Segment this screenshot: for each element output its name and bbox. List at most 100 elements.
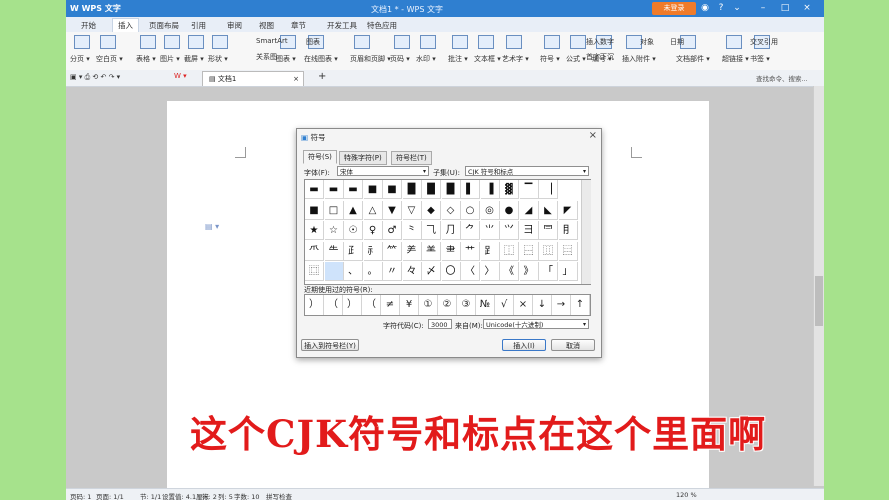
symbol-cell[interactable]: 。: [363, 262, 383, 282]
symbol-cell[interactable]: ⺈: [461, 221, 480, 241]
tab-special-chars[interactable]: 特殊字符(P): [339, 151, 387, 165]
symbol-cell[interactable]: ○: [461, 200, 480, 220]
app-logo[interactable]: W WPS 文字: [70, 3, 121, 14]
ribbon-small-2[interactable]: 关系图: [256, 52, 277, 62]
wps-tab-icon[interactable]: W ▾: [174, 72, 187, 80]
symbol-cell[interactable]: 〃: [383, 262, 402, 282]
ribbon-button-9[interactable]: 页码 ▾: [390, 54, 410, 64]
menu-1[interactable]: 插入: [112, 18, 139, 32]
symbol-cell[interactable]: ◣: [539, 200, 558, 220]
symbol-cell[interactable]: █: [402, 180, 422, 199]
recent-symbol[interactable]: ↓: [533, 295, 552, 315]
ribbon-button-2[interactable]: 表格 ▾: [136, 54, 156, 64]
recent-symbol[interactable]: （: [362, 295, 381, 315]
symbol-cell[interactable]: █: [441, 180, 461, 199]
symbol-cell[interactable]: 」: [558, 262, 578, 282]
symbol-cell[interactable]: ⿳: [558, 241, 578, 261]
symbol-cell[interactable]: ⺬: [363, 241, 383, 261]
ribbon-button-18[interactable]: 文档部件 ▾: [676, 54, 710, 64]
recent-symbol[interactable]: ≠: [381, 295, 400, 315]
symbol-cell[interactable]: [324, 262, 344, 282]
symbol-cell[interactable]: ◎: [480, 200, 500, 220]
symbol-cell[interactable]: ☉: [344, 221, 363, 241]
symbol-cell[interactable]: 々: [402, 262, 422, 282]
symbol-cell[interactable]: ⺾: [461, 241, 480, 261]
from-select[interactable]: Unicode(十六进制) ▾: [483, 319, 589, 329]
symbol-cell[interactable]: ⺧: [324, 241, 344, 261]
recent-symbol[interactable]: ）: [343, 295, 362, 315]
menu-icon[interactable]: ⌄: [730, 2, 744, 15]
ribbon-button-3[interactable]: 图片 ▾: [160, 54, 180, 64]
symbol-cell[interactable]: ☆: [324, 221, 344, 241]
symbol-cell[interactable]: ⺌: [480, 221, 500, 241]
symbol-cell[interactable]: ◤: [558, 200, 578, 220]
symbol-cell[interactable]: ▼: [383, 200, 402, 220]
ribbon-button-4[interactable]: 截屏 ▾: [184, 54, 204, 64]
ribbon-button-1[interactable]: 空白页 ▾: [96, 54, 123, 64]
symbol-cell[interactable]: ⿲: [539, 241, 558, 261]
ribbon-small-1[interactable]: 图表: [306, 37, 320, 47]
menu-8[interactable]: 特色应用: [362, 19, 402, 32]
symbol-cell[interactable]: ⺕: [519, 221, 539, 241]
recent-symbol[interactable]: №: [476, 295, 495, 315]
ribbon-button-10[interactable]: 水印 ▾: [416, 54, 436, 64]
symbol-cell[interactable]: ■: [363, 180, 383, 199]
subset-select[interactable]: CJK 符号和标点 ▾: [465, 166, 589, 176]
ribbon-small-5[interactable]: 对象: [640, 37, 654, 47]
recent-symbol[interactable]: ）: [305, 295, 324, 315]
recent-symbol[interactable]: ②: [438, 295, 457, 315]
menu-2[interactable]: 页面布局: [144, 19, 184, 32]
symbol-cell[interactable]: 「: [539, 262, 558, 282]
recent-symbol[interactable]: ①: [419, 295, 438, 315]
menu-4[interactable]: 审阅: [222, 19, 247, 32]
symbol-cell[interactable]: ◆: [422, 200, 441, 220]
symbol-cell[interactable]: ▬: [344, 180, 363, 199]
help-icon[interactable]: ?: [714, 2, 728, 15]
tab-symbol[interactable]: 符号(S): [303, 150, 337, 164]
recent-symbol[interactable]: √: [495, 295, 514, 315]
ribbon-button-14[interactable]: 符号 ▾: [540, 54, 560, 64]
symbol-cell[interactable]: ◢: [519, 200, 539, 220]
symbol-cell[interactable]: ⺶: [402, 241, 422, 261]
symbol-cell[interactable]: 》: [519, 262, 539, 282]
symbol-cell[interactable]: ■: [383, 180, 402, 199]
ribbon-small-0[interactable]: SmartArt: [256, 37, 288, 45]
minimize-icon[interactable]: –: [756, 2, 770, 15]
symbol-cell[interactable]: 〈: [461, 262, 480, 282]
symbol-cell[interactable]: □: [324, 200, 344, 220]
symbol-cell[interactable]: 〆: [422, 262, 441, 282]
symbol-cell[interactable]: ⿰: [500, 241, 519, 261]
symbol-cell[interactable]: ▕: [539, 180, 558, 199]
cancel-button[interactable]: 取消: [551, 339, 595, 351]
dialog-close-icon[interactable]: ×: [589, 130, 597, 141]
symbol-cell[interactable]: ▌: [461, 180, 480, 199]
recent-symbol[interactable]: →: [552, 295, 571, 315]
skin-icon[interactable]: ◉: [698, 2, 712, 15]
tab-close-icon[interactable]: ×: [293, 72, 299, 86]
recent-symbol[interactable]: （: [324, 295, 343, 315]
symbol-cell[interactable]: ▬: [305, 180, 324, 199]
symbol-cell[interactable]: 《: [500, 262, 519, 282]
symbol-cell[interactable]: ⺄: [422, 221, 441, 241]
ribbon-button-20[interactable]: 书签 ▾: [750, 54, 770, 64]
status-item-8[interactable]: 120 %: [676, 491, 697, 499]
ribbon-button-19[interactable]: 超链接 ▾: [722, 54, 749, 64]
char-code-input[interactable]: 3000: [428, 319, 452, 329]
menu-6[interactable]: 章节: [286, 19, 311, 32]
ribbon-button-7[interactable]: 在线图表 ▾: [304, 54, 338, 64]
symbol-cell[interactable]: ▽: [402, 200, 422, 220]
recent-symbol[interactable]: ×: [514, 295, 533, 315]
symbol-cell[interactable]: 、: [344, 262, 363, 282]
menu-5[interactable]: 视图: [254, 19, 279, 32]
symbol-cell[interactable]: ⺪: [344, 241, 363, 261]
symbol-cell[interactable]: ⺜: [539, 221, 558, 241]
ribbon-small-4[interactable]: 插入数字: [586, 37, 614, 47]
command-search[interactable]: 查找命令、搜索...: [756, 73, 808, 83]
symbol-cell[interactable]: △: [363, 200, 383, 220]
close-icon[interactable]: ×: [800, 2, 814, 15]
ribbon-button-6[interactable]: 图表 ▾: [276, 54, 296, 64]
symbol-cell[interactable]: ⺻: [441, 241, 461, 261]
tab-symbol-bar[interactable]: 符号栏(T): [391, 151, 432, 165]
quick-access-icons[interactable]: ▣ ▾ ⎙ ⟲ ↶ ↷ ▾: [70, 73, 120, 82]
symbol-cell[interactable]: ⺷: [422, 241, 441, 261]
